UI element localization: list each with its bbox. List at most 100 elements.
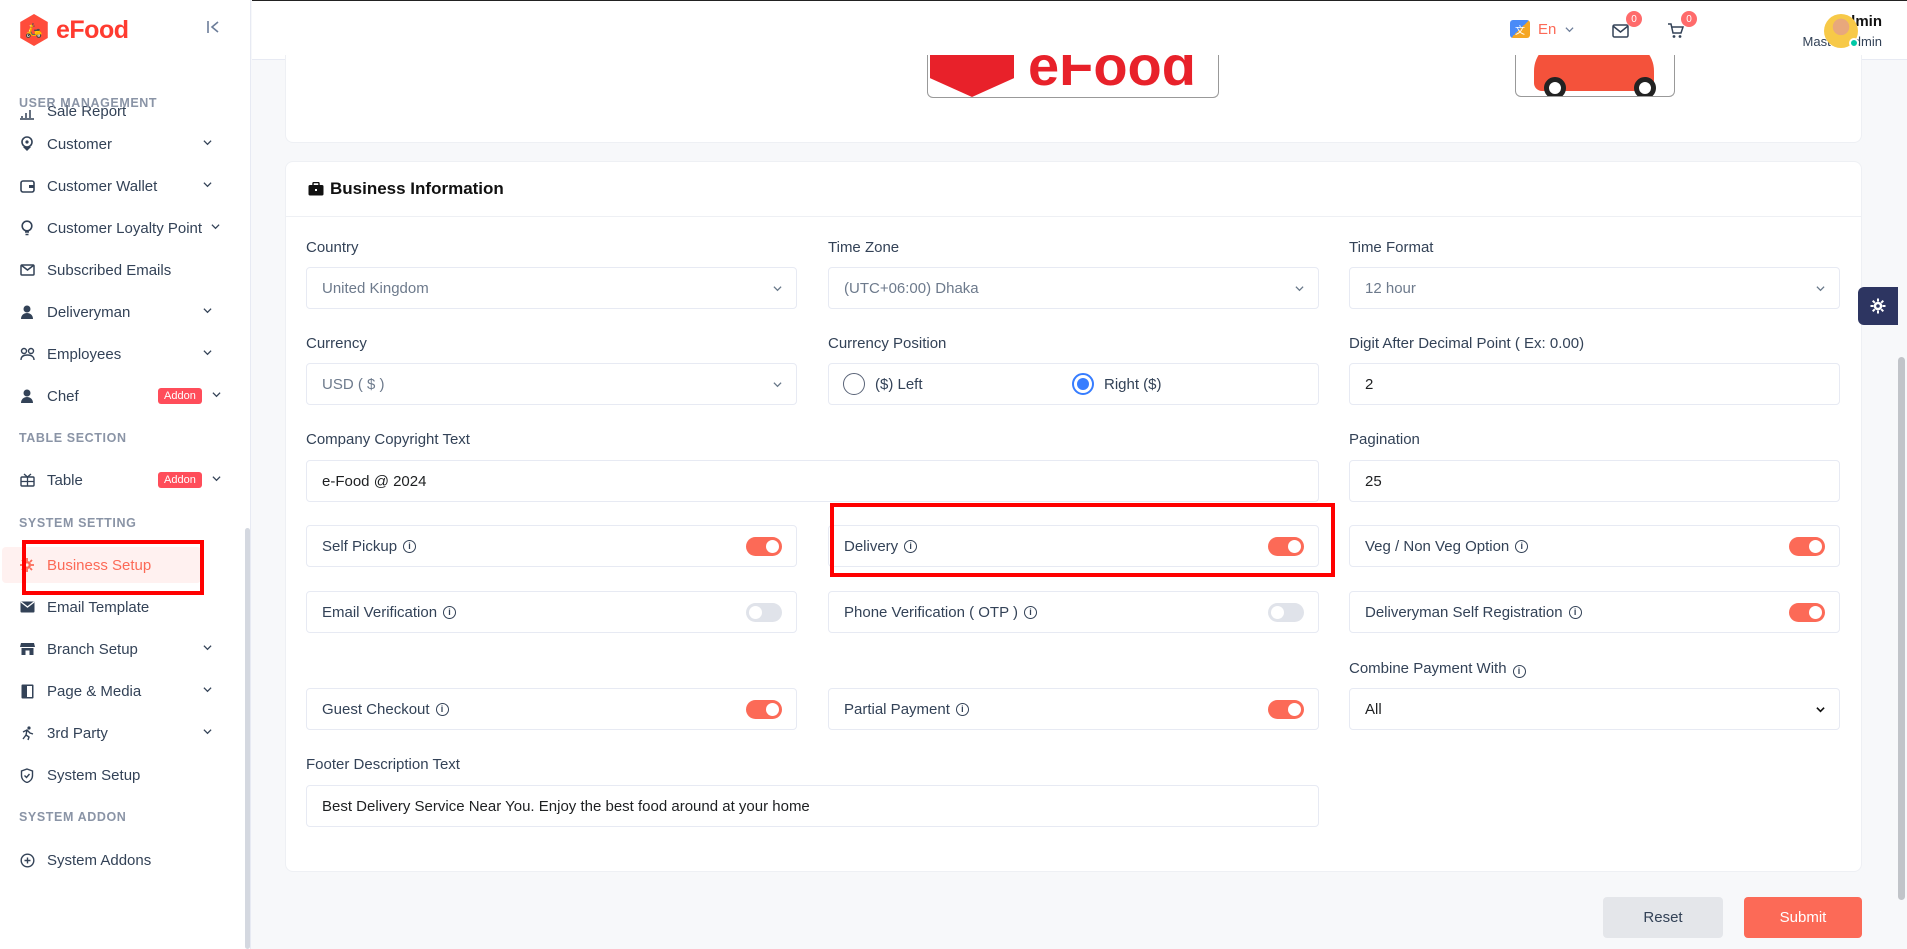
sidebar-scrollbar[interactable] xyxy=(245,528,250,949)
info-icon[interactable]: i xyxy=(443,605,457,619)
info-icon[interactable]: i xyxy=(955,702,969,716)
language-selector[interactable]: 文 En xyxy=(1510,20,1574,38)
currency-position-right-radio[interactable]: Right ($) xyxy=(1072,373,1162,395)
radio-circle xyxy=(1072,373,1094,395)
setting-label: Delivery xyxy=(844,537,899,555)
chevron-down-icon xyxy=(212,392,221,398)
settings-panel-button[interactable] xyxy=(1858,287,1898,325)
sidebar-item-email-template[interactable]: Email Template xyxy=(0,589,225,625)
sidebar-item-label: Subscribed Emails xyxy=(47,261,172,279)
sidebar-item-label: Business Setup xyxy=(47,556,152,574)
mail-icon xyxy=(1611,24,1629,38)
user-info[interactable]: admin Master Admin xyxy=(1736,13,1882,49)
currency-position-left-radio[interactable]: ($) Left xyxy=(843,373,923,395)
pagination-input[interactable]: 25 xyxy=(1349,460,1840,502)
chevron-down-icon xyxy=(203,308,212,314)
setting-label: Deliveryman Self Registration xyxy=(1365,603,1563,621)
decimal-input[interactable]: 2 xyxy=(1349,363,1840,405)
radio-label: Right ($) xyxy=(1104,375,1162,393)
copyright-value: e-Food @ 2024 xyxy=(322,472,427,490)
setting-label: Email Verification xyxy=(322,603,438,621)
sidebar-item-subscribed-emails[interactable]: Subscribed Emails xyxy=(0,252,225,288)
info-icon[interactable]: i xyxy=(904,539,918,553)
sidebar-item-label: Customer xyxy=(47,135,113,153)
info-icon[interactable]: i xyxy=(403,539,417,553)
sidebar-item-chef[interactable]: Chef Addon xyxy=(0,378,225,414)
user-name: admin xyxy=(1837,13,1882,30)
collapse-sidebar-icon[interactable] xyxy=(206,18,222,40)
sidebar-item-label: Employees xyxy=(47,345,122,363)
phone-verification-toggle[interactable] xyxy=(1268,603,1304,622)
sidebar-item-table[interactable]: Table Addon xyxy=(0,462,225,498)
decimal-label: Digit After Decimal Point ( Ex: 0.00) xyxy=(1349,335,1585,352)
copyright-input[interactable]: e-Food @ 2024 xyxy=(306,460,1319,502)
deliveryman-registration-toggle[interactable] xyxy=(1789,603,1825,622)
user-icon xyxy=(19,136,35,152)
addon-badge: Addon xyxy=(158,472,202,488)
sidebar-item-label: Email Template xyxy=(47,598,150,616)
messages-button[interactable]: 0 xyxy=(1608,11,1642,43)
shield-check-icon xyxy=(19,767,35,783)
footer-text-input[interactable]: Best Delivery Service Near You. Enjoy th… xyxy=(306,785,1319,827)
card-header: Business Information xyxy=(286,162,1861,217)
combine-payment-select[interactable]: All xyxy=(1349,688,1840,730)
info-icon[interactable]: i xyxy=(435,702,449,716)
info-icon[interactable]: i xyxy=(1515,539,1529,553)
page-scrollbar[interactable] xyxy=(1898,357,1905,900)
copyright-label: Company Copyright Text xyxy=(306,431,470,448)
card-title: Business Information xyxy=(330,179,504,198)
chevron-down-icon xyxy=(203,687,212,693)
sidebar-item-label: Branch Setup xyxy=(47,640,138,658)
country-select[interactable]: United Kingdom xyxy=(306,267,797,309)
sidebar-item-business-setup[interactable]: Business Setup xyxy=(2,547,201,583)
time-format-select[interactable]: 12 hour xyxy=(1349,267,1840,309)
info-icon[interactable]: i xyxy=(1568,605,1582,619)
sidebar-nav: Sale Report USER MANAGEMENT Customer Cus… xyxy=(0,50,250,949)
sidebar-item-page-media[interactable]: Page & Media xyxy=(0,673,225,709)
footer-text-label: Footer Description Text xyxy=(306,756,460,773)
sidebar-item-system-addons[interactable]: System Addons xyxy=(0,842,225,878)
sidebar-item-employees[interactable]: Employees xyxy=(0,336,225,372)
guest-checkout-toggle[interactable] xyxy=(746,700,782,719)
sidebar-item-customer[interactable]: Customer xyxy=(0,126,225,162)
sidebar-item-system-setup[interactable]: System Setup xyxy=(0,757,225,793)
logo-preview-image[interactable]: eFood xyxy=(927,55,1219,98)
sidebar-item-label: Table xyxy=(47,471,83,489)
language-label: En xyxy=(1538,20,1557,38)
country-value: United Kingdom xyxy=(322,279,429,297)
currency-select[interactable]: USD ( $ ) xyxy=(306,363,797,405)
partial-payment-setting: Partial Payment i xyxy=(828,688,1319,730)
brand-logo[interactable]: 🛵 eFood xyxy=(18,12,129,48)
time-zone-select[interactable]: (UTC+06:00) Dhaka xyxy=(828,267,1319,309)
favicon-preview-image[interactable] xyxy=(1515,55,1675,97)
cart-button[interactable]: 0 xyxy=(1663,11,1697,43)
submit-button[interactable]: Submit xyxy=(1744,897,1862,938)
section-user-management: USER MANAGEMENT xyxy=(19,96,158,110)
plus-circle-icon xyxy=(19,852,35,868)
sidebar-item-label: Customer Wallet xyxy=(47,177,158,195)
reset-button[interactable]: Reset xyxy=(1603,897,1723,938)
info-icon[interactable]: i xyxy=(1512,664,1526,678)
info-icon[interactable]: i xyxy=(1023,605,1037,619)
envelope-icon xyxy=(19,599,35,615)
veg-nonveg-toggle[interactable] xyxy=(1789,537,1825,556)
store-icon xyxy=(19,641,35,657)
footer-text-value: Best Delivery Service Near You. Enjoy th… xyxy=(322,797,810,815)
sidebar-item-3rd-party[interactable]: 3rd Party xyxy=(0,715,225,751)
sidebar-item-customer-loyalty-point[interactable]: Customer Loyalty Point xyxy=(0,210,225,246)
setting-label: Guest Checkout xyxy=(322,700,430,718)
partial-payment-toggle[interactable] xyxy=(1268,700,1304,719)
sidebar-item-label: Customer Loyalty Point xyxy=(47,219,203,237)
avatar[interactable] xyxy=(1824,14,1859,48)
sidebar-item-branch-setup[interactable]: Branch Setup xyxy=(0,631,225,667)
logo-preview-text: eFood xyxy=(1028,55,1196,97)
delivery-toggle[interactable] xyxy=(1268,537,1304,556)
setting-label: Veg / Non Veg Option xyxy=(1365,537,1510,555)
email-verification-toggle[interactable] xyxy=(746,603,782,622)
scooter-logo-icon: 🛵 xyxy=(20,14,48,46)
wallet-icon xyxy=(19,178,35,194)
self-pickup-toggle[interactable] xyxy=(746,537,782,556)
chevron-down-icon xyxy=(212,476,221,482)
sidebar-item-customer-wallet[interactable]: Customer Wallet xyxy=(0,168,225,204)
sidebar-item-deliveryman[interactable]: Deliveryman xyxy=(0,294,225,330)
